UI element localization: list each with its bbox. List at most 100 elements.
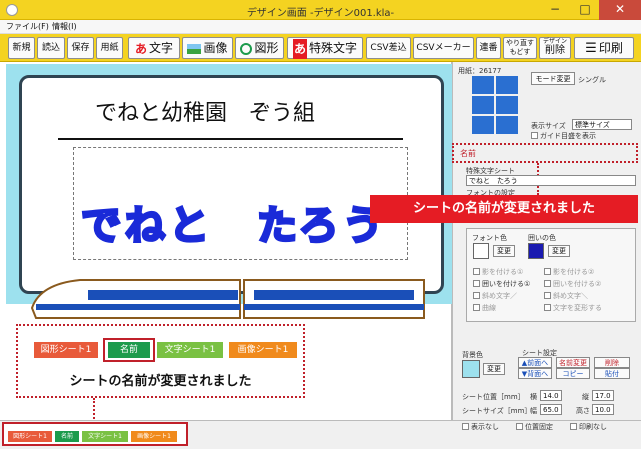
special-text-input[interactable]: でねと たろう	[466, 175, 636, 186]
rename-notice-callout: シートの名前が変更されました	[370, 195, 638, 223]
sheet-tab-text[interactable]: 文字シート1	[82, 431, 128, 442]
surround2-label: 囲いを付ける②	[553, 280, 602, 288]
send-back-button[interactable]: ▼背面へ	[518, 368, 552, 379]
annotation-connector	[93, 398, 95, 422]
font-color-change-button[interactable]: 変更	[493, 245, 515, 257]
sheet-name-highlight	[452, 143, 638, 163]
sheet-tab-image[interactable]: 画像シート1	[131, 431, 177, 442]
menu-info[interactable]: 情報(I)	[52, 21, 77, 32]
layout-preview[interactable]	[472, 76, 518, 134]
no-print-label: 印刷なし	[579, 423, 607, 431]
guide-checkbox[interactable]	[531, 132, 538, 139]
menu-file[interactable]: ファイル(F)	[6, 21, 49, 32]
font-color-swatch[interactable]	[473, 243, 489, 259]
hide-label: 表示なし	[471, 423, 499, 431]
pos-x-input[interactable]: 14.0	[540, 390, 562, 401]
italic1-checkbox[interactable]	[473, 292, 480, 299]
curve-label: 曲線	[482, 304, 496, 312]
pos-y-input[interactable]: 17.0	[592, 390, 614, 401]
shadow1-label: 影を付ける①	[482, 268, 524, 276]
train-image[interactable]	[28, 268, 438, 328]
hide-checkbox[interactable]	[462, 423, 469, 430]
overlay-tab-text: 文字シート1	[157, 342, 223, 358]
shadow2-label: 影を付ける②	[553, 268, 595, 276]
overlay-tab-image: 画像シート1	[229, 342, 297, 358]
bg-color-swatch[interactable]	[462, 360, 480, 378]
bg-color-change-button[interactable]: 変更	[483, 363, 505, 375]
display-size-label: 表示サイズ	[531, 122, 566, 130]
surround1-checkbox[interactable]	[473, 280, 480, 287]
paper-label: 用紙：26177	[458, 67, 502, 75]
fill-color-swatch[interactable]	[528, 243, 544, 259]
print-button[interactable]: ☰ 印刷	[574, 37, 634, 59]
deform-checkbox[interactable]	[544, 304, 551, 311]
mode-change-button[interactable]: モード変更	[531, 72, 575, 85]
serial-number-button[interactable]: 連番	[476, 37, 501, 59]
fill-color-change-button[interactable]: 変更	[548, 245, 570, 257]
save-button[interactable]: 保存	[67, 37, 94, 59]
image-icon	[187, 43, 202, 54]
special-text-button[interactable]: あ特殊文字	[287, 37, 363, 59]
design-delete-button[interactable]: デザイン 削除	[539, 37, 571, 59]
sheet-tab-shape[interactable]: 図形シート1	[8, 431, 52, 442]
image-button-label: 画像	[203, 41, 228, 55]
header-underline	[58, 138, 403, 140]
overlay-tab-shape: 図形シート1	[34, 342, 98, 358]
font-color-label: フォント色	[472, 234, 507, 242]
toolbar: 新規 読込 保存 用紙 あ文字 画像 図形 あ特殊文字 CSV差込 CSVメーカ…	[0, 34, 641, 62]
shadow1-checkbox[interactable]	[473, 268, 480, 275]
pos-x-label: 横	[530, 393, 537, 401]
close-button[interactable]: ✕	[599, 0, 641, 20]
no-print-checkbox[interactable]	[570, 423, 577, 430]
lock-position-label: 位置固定	[525, 423, 553, 431]
italic1-label: 斜め文字／	[482, 292, 517, 300]
header-text-sheet[interactable]: でねと幼稚園 ぞう組	[95, 95, 315, 127]
text-button-label: 文字	[149, 41, 174, 55]
bg-color-label: 背景色	[462, 351, 483, 359]
minimize-button[interactable]: −	[540, 0, 570, 20]
shape-button-label: 図形	[254, 41, 279, 55]
menu-bar: ファイル(F) 情報(I)	[0, 20, 641, 34]
width-input[interactable]: 65.0	[540, 404, 562, 415]
deform-label: 文字を変形する	[553, 304, 602, 312]
sheet-tab-name[interactable]: 名前	[55, 431, 79, 442]
circle-icon	[240, 42, 253, 55]
special-text-button-label: 特殊文字	[309, 41, 358, 55]
pos-y-label: 縦	[582, 393, 589, 401]
paste-button[interactable]: 貼付	[594, 368, 630, 379]
height-input[interactable]: 10.0	[592, 404, 614, 415]
overlay-tab-name: 名前	[108, 342, 150, 358]
italic2-checkbox[interactable]	[544, 292, 551, 299]
redo-label: やり直す	[506, 39, 534, 47]
lock-position-checkbox[interactable]	[516, 423, 523, 430]
mode-value: シングル	[578, 76, 606, 84]
image-button[interactable]: 画像	[182, 37, 233, 59]
rename-button[interactable]: 名前変更	[556, 357, 590, 368]
title-bar: デザイン画面 -デザイン001.kla- − □ ✕	[0, 0, 641, 20]
maximize-button[interactable]: □	[570, 0, 600, 20]
csv-merge-button[interactable]: CSV差込	[366, 37, 411, 59]
width-label: 幅	[530, 407, 537, 415]
print-button-label: 印刷	[598, 41, 623, 55]
position-label: シート位置［mm］	[462, 393, 525, 401]
shadow2-checkbox[interactable]	[544, 268, 551, 275]
display-size-select[interactable]: 標準サイズ	[572, 119, 632, 130]
copy-button[interactable]: コピー	[556, 368, 590, 379]
size-label: シートサイズ［mm］	[462, 407, 532, 415]
shape-button[interactable]: 図形	[235, 37, 284, 59]
fill-color-label: 囲いの色	[528, 234, 556, 242]
surround2-checkbox[interactable]	[544, 280, 551, 287]
curve-checkbox[interactable]	[473, 304, 480, 311]
open-button[interactable]: 読込	[37, 37, 65, 59]
design-delete-label: 削除	[545, 45, 565, 56]
delete-sheet-button[interactable]: 削除	[594, 357, 630, 368]
redo-undo-button[interactable]: やり直す もどす	[503, 37, 537, 59]
csv-maker-button[interactable]: CSVメーカー	[413, 37, 474, 59]
special-text-icon: あ	[292, 38, 307, 59]
paper-button[interactable]: 用紙	[96, 37, 123, 59]
name-text-sheet[interactable]: でねと たろう	[80, 205, 387, 248]
new-button[interactable]: 新規	[8, 37, 35, 59]
bring-front-button[interactable]: ▲前面へ	[518, 357, 552, 368]
text-button[interactable]: あ文字	[128, 37, 180, 59]
guide-check-label: ガイド目盛を表示	[540, 132, 596, 140]
